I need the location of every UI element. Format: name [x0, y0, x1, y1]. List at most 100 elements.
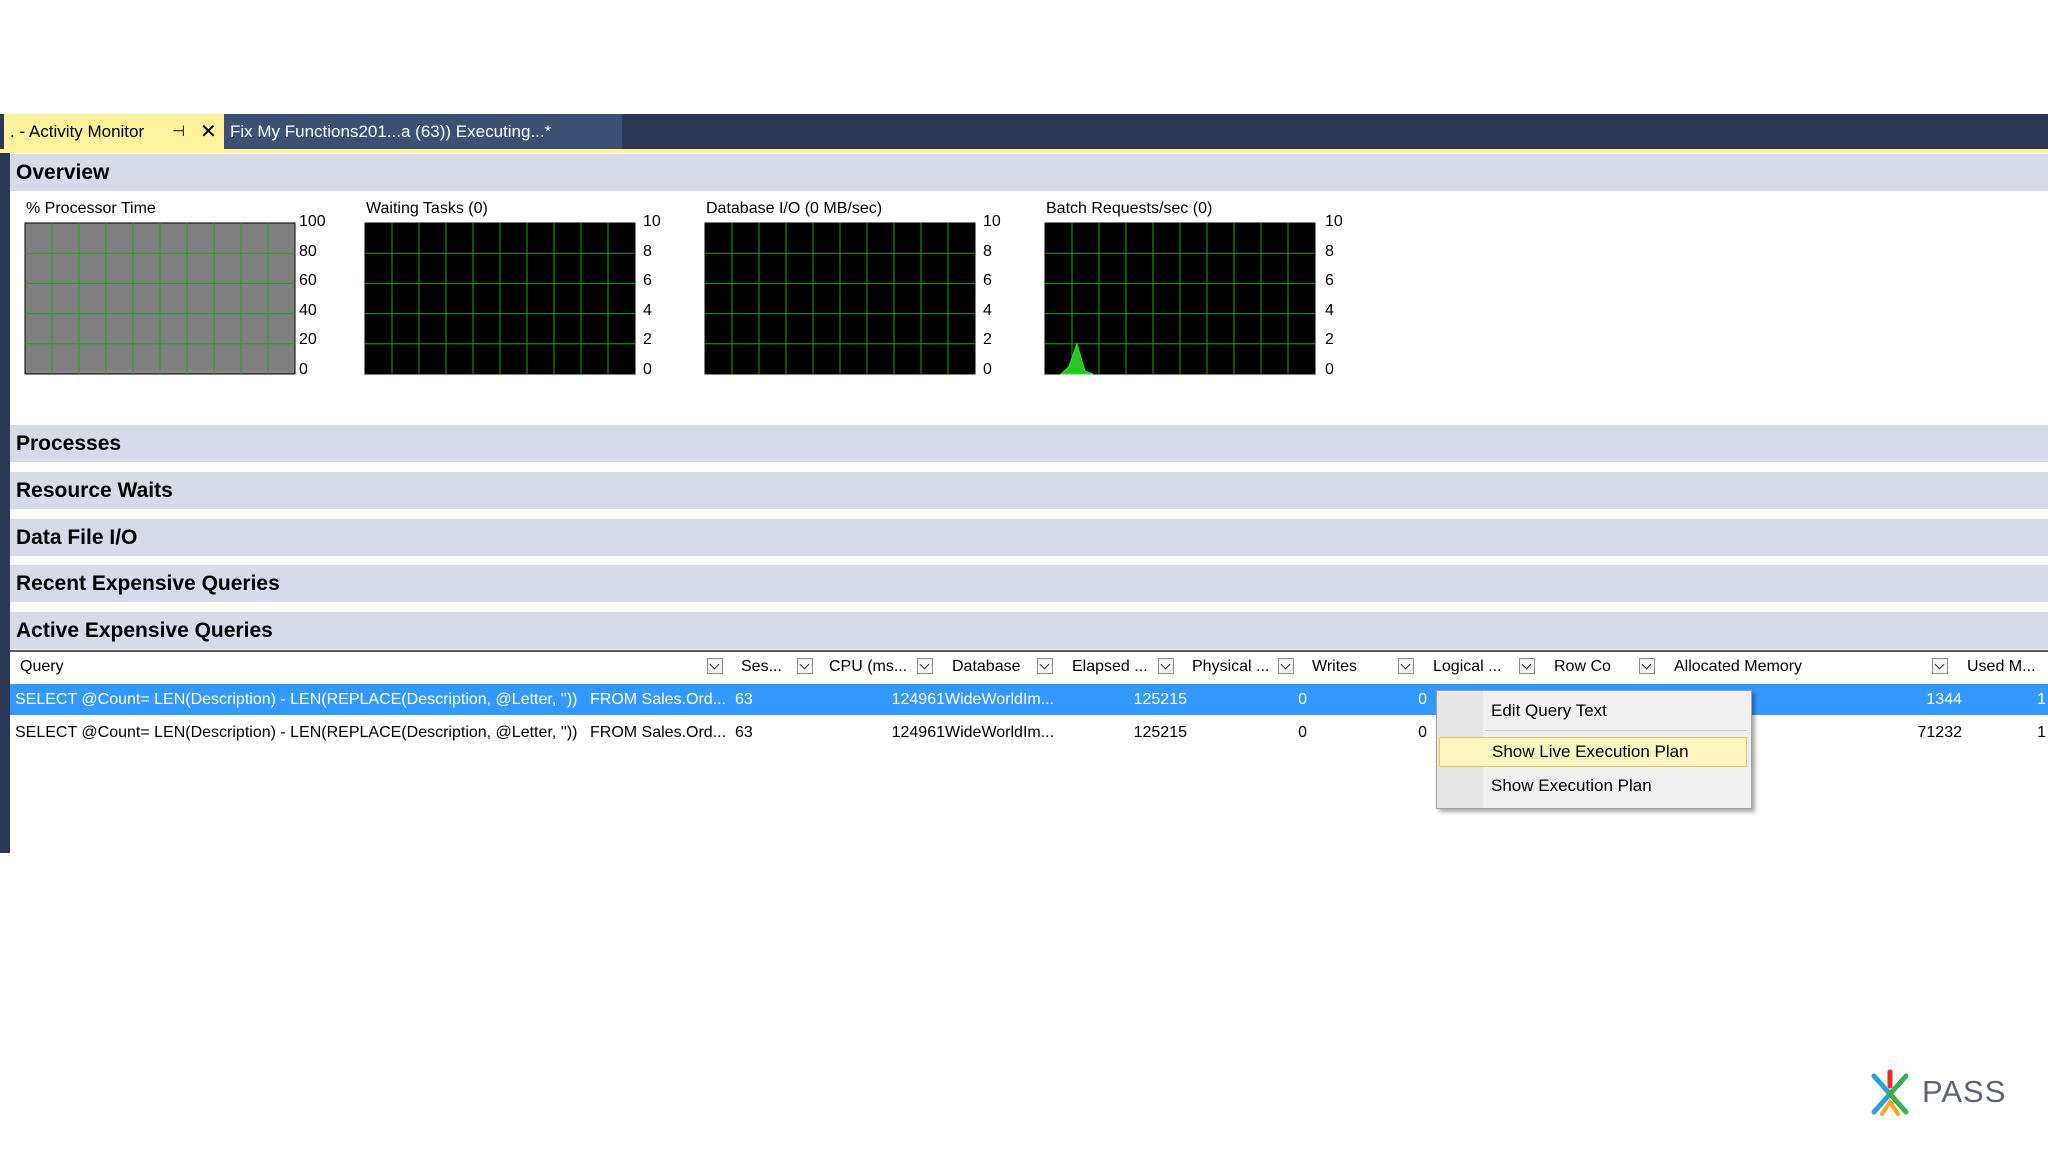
filter-dropdown-icon[interactable] — [1278, 658, 1294, 674]
filter-dropdown-icon[interactable] — [1158, 658, 1174, 674]
pin-icon[interactable]: ⊣ — [172, 122, 185, 140]
tab-activity-monitor[interactable]: . - Activity Monitor ⊣ ✕ — [4, 114, 224, 149]
tab-query-window[interactable]: Fix My Functions201...a (63)) Executing.… — [224, 114, 622, 149]
axis-tick-label: 8 — [983, 242, 992, 260]
axis-tick-label: 6 — [643, 272, 652, 290]
cell-elapsed: 125215 — [1133, 723, 1187, 741]
axis-tick-label: 80 — [299, 242, 317, 260]
tab-underline — [0, 149, 2048, 153]
axis-tick-label: 2 — [643, 331, 652, 349]
axis-tick-label: 0 — [1325, 361, 1334, 378]
menu-item-show-execution-plan[interactable]: Show Execution Plan — [1439, 771, 1747, 801]
context-menu: Edit Query Text Show Live Execution Plan… — [1436, 690, 1752, 809]
section-title: Data File I/O — [16, 525, 138, 549]
tab-label: . - Activity Monitor — [10, 121, 145, 141]
menu-item-edit-query-text[interactable]: Edit Query Text — [1439, 696, 1747, 726]
filter-dropdown-icon[interactable] — [707, 658, 723, 674]
column-header-physical[interactable]: Physical ... — [1192, 652, 1269, 682]
waiting-tasks-graph — [364, 222, 636, 375]
axis-tick-label: 10 — [1325, 213, 1343, 230]
processor-time-graph — [24, 222, 296, 375]
axis-tick-label: 2 — [983, 331, 992, 349]
filter-dropdown-icon[interactable] — [1037, 658, 1053, 674]
section-overview[interactable]: Overview — [10, 154, 2048, 191]
cell-query: SELECT @Count= LEN(Description) - LEN(RE… — [15, 690, 578, 708]
axis-tick-label: 0 — [983, 361, 992, 378]
section-title: Overview — [16, 160, 110, 184]
filter-dropdown-icon[interactable] — [1932, 658, 1948, 674]
filter-dropdown-icon[interactable] — [917, 658, 933, 674]
filter-dropdown-icon[interactable] — [797, 658, 813, 674]
section-title: Processes — [16, 431, 122, 455]
axis-tick-label: 10 — [643, 213, 661, 230]
column-header-writes[interactable]: Writes — [1312, 652, 1357, 682]
filter-dropdown-icon[interactable] — [1639, 658, 1655, 674]
filter-dropdown-icon[interactable] — [1519, 658, 1535, 674]
column-header-logical[interactable]: Logical ... — [1433, 652, 1501, 682]
batch-requests-graph — [1044, 222, 1316, 375]
axis-tick-label: 4 — [983, 301, 992, 319]
graph-title-batch: Batch Requests/sec (0) — [1046, 200, 1213, 217]
column-header-allocated-memory[interactable]: Allocated Memory — [1674, 652, 1802, 682]
cell-cpu: 124961 — [891, 690, 945, 708]
cell-physical: 0 — [1298, 690, 1307, 708]
grid-header: Query Ses... CPU (ms... Database Elapsed… — [10, 652, 2048, 682]
axis-tick-label: 8 — [643, 242, 652, 260]
cell-database: WideWorldIm... — [945, 690, 1055, 708]
axis-tick-label: 8 — [1325, 242, 1334, 260]
cell-query-tail: FROM Sales.Ord... — [590, 723, 727, 741]
axis-tick-label: 10 — [983, 213, 1001, 230]
cell-query-tail: FROM Sales.Ord... — [590, 690, 727, 708]
cell-allocated-memory: 71232 — [1917, 723, 1963, 741]
column-header-cpu[interactable]: CPU (ms... — [829, 652, 907, 682]
cell-physical: 0 — [1298, 723, 1307, 741]
document-tab-strip: . - Activity Monitor ⊣ ✕ Fix My Function… — [0, 114, 2048, 149]
menu-item-show-live-execution-plan[interactable]: Show Live Execution Plan — [1439, 737, 1747, 767]
axis-tick-label: 6 — [983, 272, 992, 290]
window-left-border — [0, 153, 10, 853]
cell-session: 63 — [735, 690, 753, 708]
section-resource-waits[interactable]: Resource Waits — [10, 472, 2048, 509]
pass-logo-text: PASS — [1922, 1074, 2007, 1109]
section-title: Active Expensive Queries — [16, 618, 273, 642]
graph-title-waiting: Waiting Tasks (0) — [366, 200, 488, 217]
cell-session: 63 — [735, 723, 753, 741]
section-title: Resource Waits — [16, 478, 173, 502]
cell-writes: 0 — [1418, 690, 1427, 708]
cell-elapsed: 125215 — [1133, 690, 1187, 708]
cell-used-memory: 1 — [2037, 690, 2046, 708]
section-recent-expensive-queries[interactable]: Recent Expensive Queries — [10, 565, 2048, 602]
tab-label: Fix My Functions201...a (63)) Executing.… — [230, 121, 552, 141]
cell-query: SELECT @Count= LEN(Description) - LEN(RE… — [15, 723, 578, 741]
cell-cpu: 124961 — [891, 723, 945, 741]
graph-title-dbio: Database I/O (0 MB/sec) — [706, 200, 883, 217]
cell-writes: 0 — [1418, 723, 1427, 741]
axis-tick-label: 0 — [643, 361, 652, 378]
column-header-used-memory[interactable]: Used M... — [1967, 652, 2035, 682]
database-io-graph — [704, 222, 976, 375]
section-active-expensive-queries[interactable]: Active Expensive Queries — [10, 612, 2048, 649]
menu-separator — [1485, 730, 1747, 731]
column-header-row-count[interactable]: Row Co — [1554, 652, 1611, 682]
column-header-database[interactable]: Database — [952, 652, 1021, 682]
graph-title-processor: % Processor Time — [26, 200, 156, 217]
section-title: Recent Expensive Queries — [16, 571, 280, 595]
axis-tick-label: 100 — [299, 213, 326, 230]
close-icon[interactable]: ✕ — [200, 119, 217, 144]
column-header-elapsed[interactable]: Elapsed ... — [1072, 652, 1148, 682]
section-processes[interactable]: Processes — [10, 425, 2048, 462]
column-header-session[interactable]: Ses... — [741, 652, 782, 682]
filter-dropdown-icon[interactable] — [1398, 658, 1414, 674]
axis-tick-label: 2 — [1325, 331, 1334, 349]
axis-tick-label: 60 — [299, 272, 317, 290]
section-data-file-io[interactable]: Data File I/O — [10, 519, 2048, 556]
axis-tick-label: 20 — [299, 331, 317, 349]
axis-tick-label: 0 — [299, 361, 308, 378]
axis-tick-label: 40 — [299, 301, 317, 319]
cell-used-memory: 1 — [2037, 723, 2046, 741]
axis-tick-label: 4 — [643, 301, 652, 319]
axis-tick-label: 4 — [1325, 301, 1334, 319]
cell-allocated-memory: 1344 — [1926, 690, 1962, 708]
cell-database: WideWorldIm... — [945, 723, 1055, 741]
column-header-query[interactable]: Query — [20, 652, 64, 682]
